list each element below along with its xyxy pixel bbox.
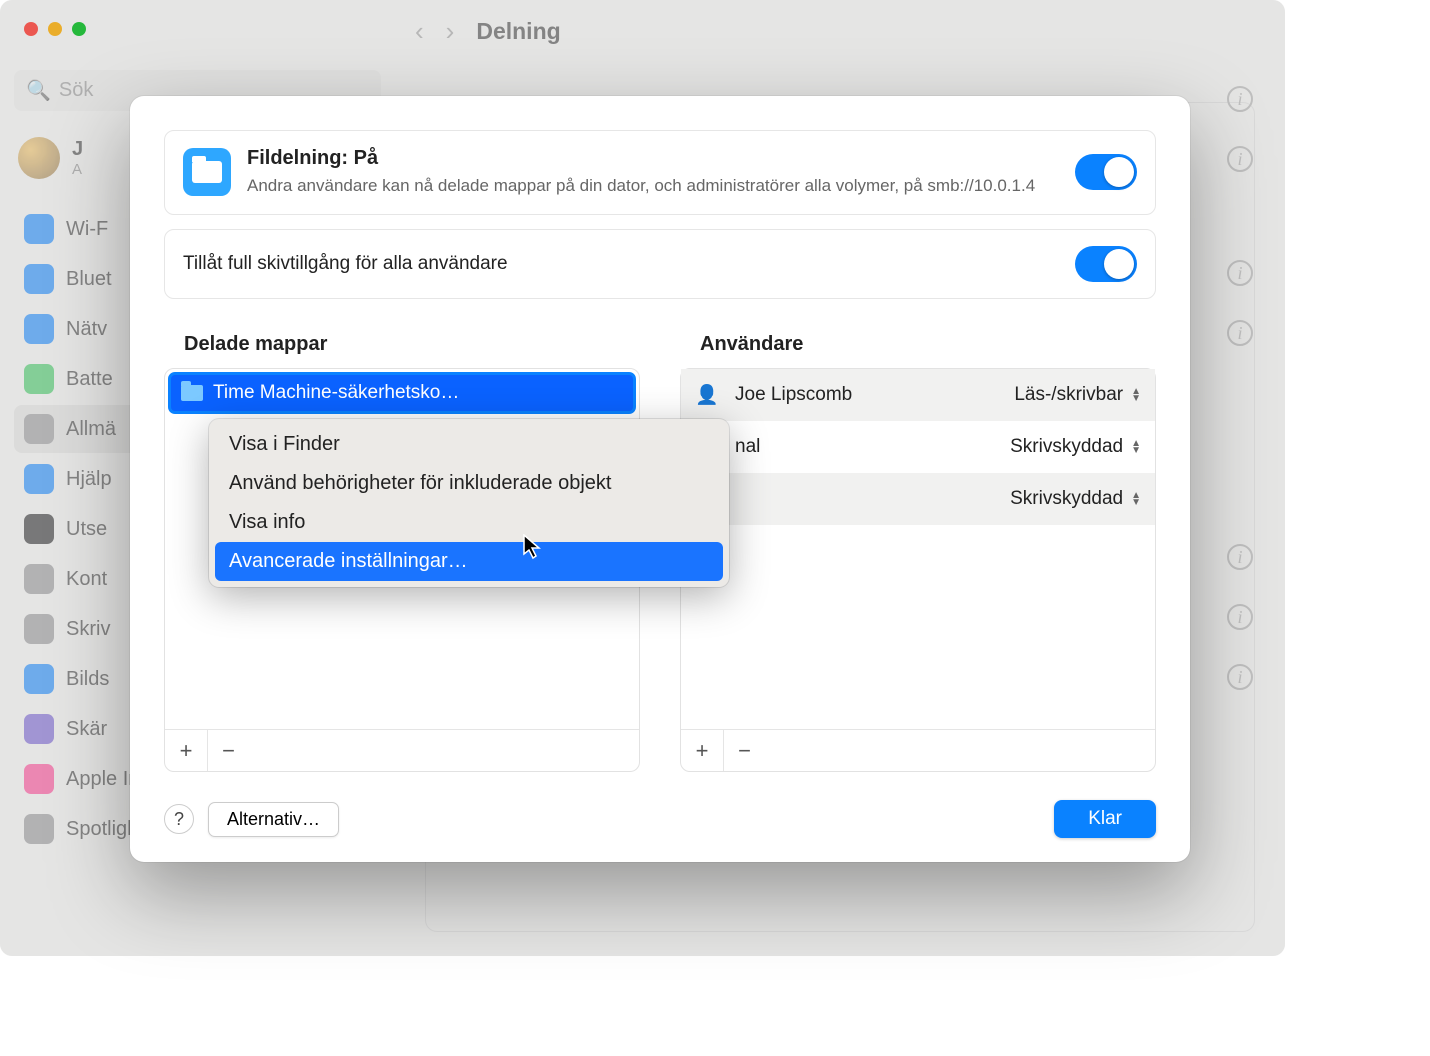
header-bar: ‹ › Delning [395,0,1285,62]
sidebar-icon [24,664,54,694]
context-menu: Visa i FinderAnvänd behörigheter för ink… [209,419,729,587]
done-button[interactable]: Klar [1054,800,1156,838]
info-column: i i i i i i i [1227,86,1253,690]
sidebar-label: Skriv [66,618,110,641]
sidebar-label: Kont [66,568,107,591]
page-title: Delning [476,18,560,45]
folder-icon [181,385,203,401]
sidebar-label: Hjälp [66,468,112,491]
info-icon[interactable]: i [1227,544,1253,570]
info-icon[interactable]: i [1227,260,1253,286]
sidebar-icon [24,814,54,844]
forward-icon[interactable]: › [446,16,455,47]
info-icon[interactable]: i [1227,86,1253,112]
file-sharing-toggle[interactable] [1075,154,1137,190]
sidebar-icon [24,264,54,294]
sidebar-icon [24,764,54,794]
sidebar-icon [24,564,54,594]
context-menu-item[interactable]: Visa i Finder [215,425,723,464]
users-header: Användare [680,333,1156,356]
full-disk-card: Tillåt full skivtillgång för alla använd… [164,229,1156,299]
info-icon[interactable]: i [1227,604,1253,630]
permission-select[interactable]: Skrivskyddad [1010,436,1123,458]
sidebar-label: Wi-F [66,218,108,241]
user-sub: A [72,161,83,178]
close-icon[interactable] [24,22,38,36]
user-initial: J [72,138,83,161]
sidebar-label: Allmä [66,418,116,441]
folder-share-icon [183,148,231,196]
sidebar-icon [24,514,54,544]
user-row[interactable]: 👤 nal Skrivskyddad ▲▼ [681,421,1155,473]
sidebar-label: Bluet [66,268,112,291]
sidebar-label: Nätv [66,318,107,341]
sidebar-label: Bilds [66,668,109,691]
sidebar-icon [24,314,54,344]
zoom-icon[interactable] [72,22,86,36]
sidebar-icon [24,464,54,494]
sidebar-label: Batte [66,368,113,391]
sidebar-icon [24,614,54,644]
file-sharing-title: Fildelning: På [247,147,1059,170]
file-sharing-card: Fildelning: På Andra användare kan nå de… [164,130,1156,215]
help-button[interactable]: ? [164,804,194,834]
permission-select[interactable]: Läs-/skrivbar [1014,384,1123,406]
sidebar-icon [24,214,54,244]
avatar [18,137,60,179]
sidebar-icon [24,364,54,394]
add-user-button[interactable]: + [681,730,723,771]
context-menu-item[interactable]: Visa info [215,503,723,542]
context-menu-item[interactable]: Avancerade inställningar… [215,542,723,581]
minimize-icon[interactable] [48,22,62,36]
context-menu-item[interactable]: Använd behörigheter för inkluderade obje… [215,464,723,503]
add-folder-button[interactable]: + [165,730,207,771]
chevron-updown-icon[interactable]: ▲▼ [1131,388,1141,402]
sidebar-icon [24,414,54,444]
info-icon[interactable]: i [1227,664,1253,690]
folder-name: Time Machine-säkerhetsko… [213,382,459,404]
users-list[interactable]: 👤 Joe Lipscomb Läs-/skrivbar ▲▼👤 nal Skr… [680,368,1156,772]
remove-user-button[interactable]: − [723,730,765,771]
shared-folders-header: Delade mappar [164,333,640,356]
full-disk-label: Tillåt full skivtillgång för alla använd… [183,253,1059,275]
options-button[interactable]: Alternativ… [208,802,339,837]
search-placeholder: Sök [59,79,93,102]
window-controls [24,22,86,36]
info-icon[interactable]: i [1227,146,1253,172]
chevron-updown-icon[interactable]: ▲▼ [1131,440,1141,454]
search-icon: 🔍 [26,78,51,103]
user-name: nal [735,436,1010,458]
full-disk-toggle[interactable] [1075,246,1137,282]
sidebar-icon [24,714,54,744]
person-icon: 👤 [695,383,721,407]
back-icon[interactable]: ‹ [415,16,424,47]
shared-folders-list[interactable]: Time Machine-säkerhetsko… Visa i FinderA… [164,368,640,772]
sidebar-label: Utse [66,518,107,541]
file-sharing-dialog: Fildelning: På Andra användare kan nå de… [130,96,1190,862]
chevron-updown-icon[interactable]: ▲▼ [1131,492,1141,506]
info-icon[interactable]: i [1227,320,1253,346]
permission-select[interactable]: Skrivskyddad [1010,488,1123,510]
remove-folder-button[interactable]: − [207,730,249,771]
sidebar-label: Skär [66,718,107,741]
user-row[interactable]: Skrivskyddad ▲▼ [681,473,1155,525]
user-name: Joe Lipscomb [735,384,1014,406]
user-row[interactable]: 👤 Joe Lipscomb Läs-/skrivbar ▲▼ [681,369,1155,421]
shared-folder-row[interactable]: Time Machine-säkerhetsko… [168,372,636,414]
file-sharing-subtitle: Andra användare kan nå delade mappar på … [247,174,1059,198]
